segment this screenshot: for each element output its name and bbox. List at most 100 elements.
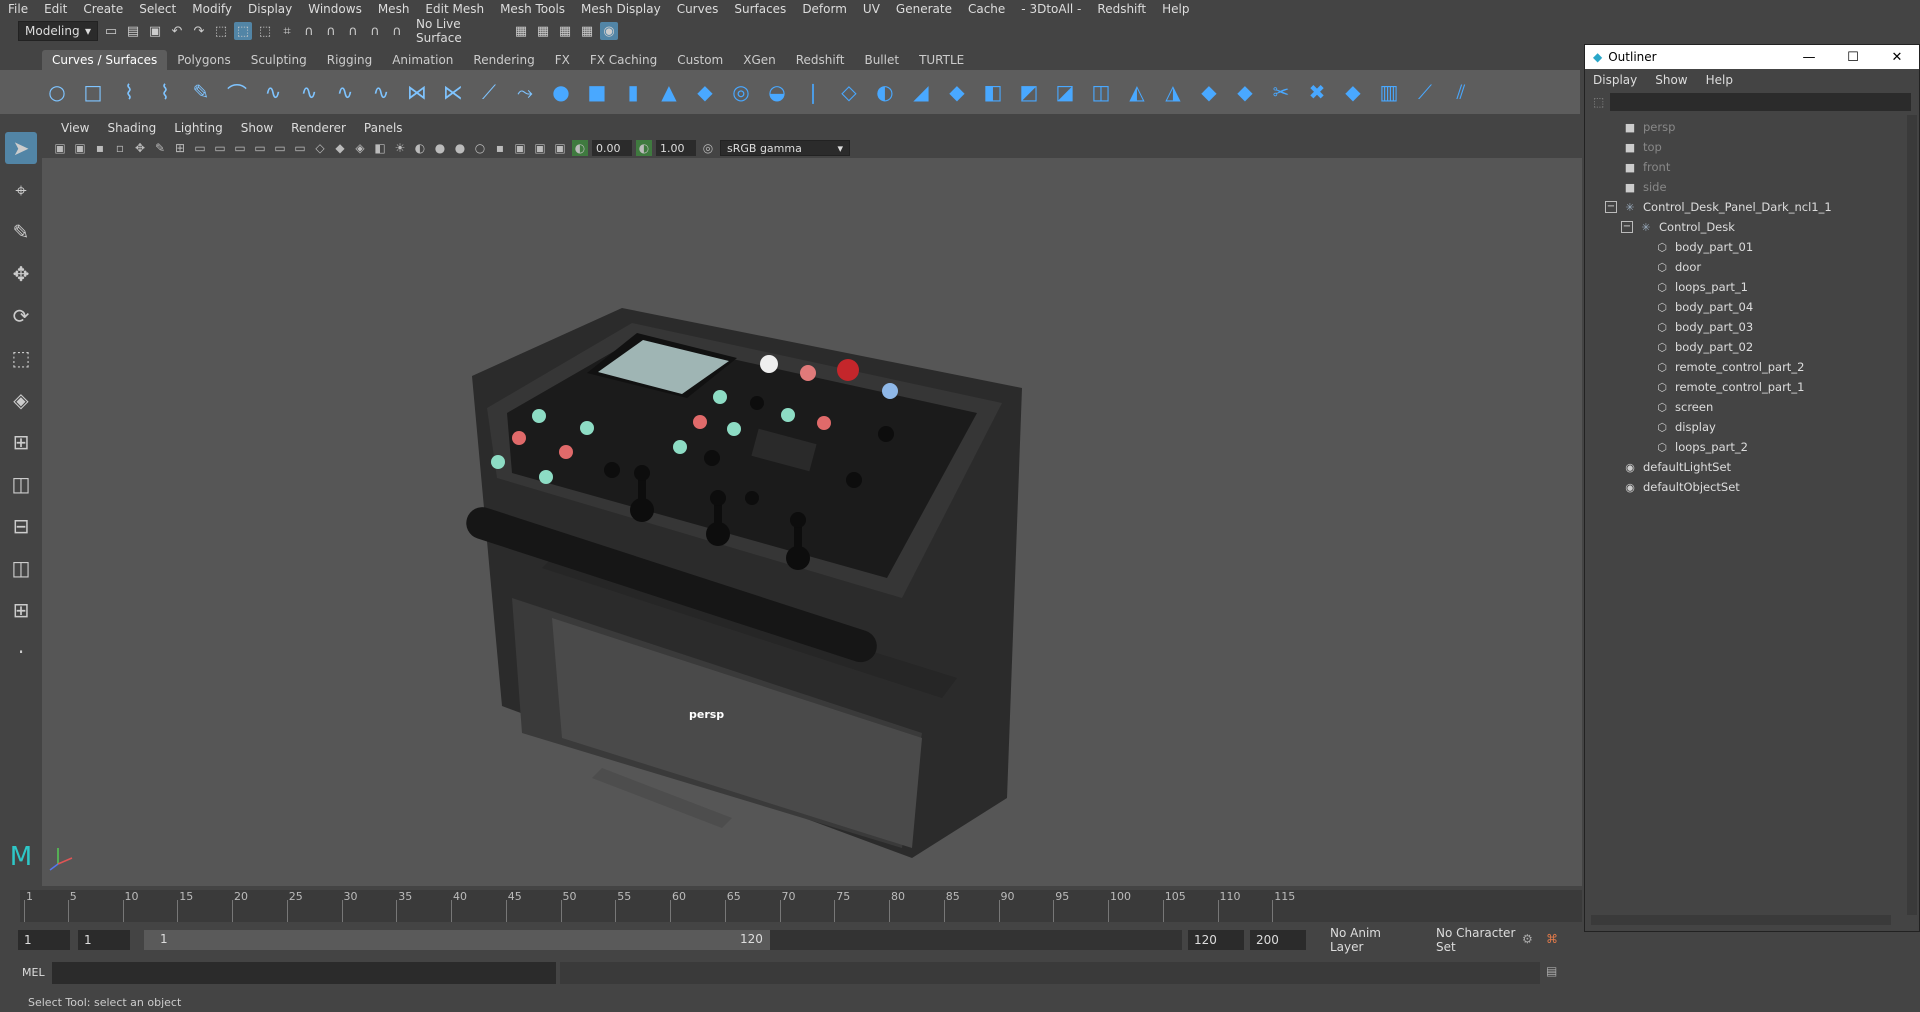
shelf-tab[interactable]: Polygons — [167, 50, 240, 70]
timeline-tick[interactable] — [998, 900, 1000, 922]
select-object-icon[interactable]: ⬚ — [234, 22, 252, 40]
timeline-tick-label[interactable]: 55 — [617, 890, 631, 903]
maximize-icon[interactable]: ☐ — [1831, 50, 1875, 65]
snap-view-icon[interactable]: ∩ — [344, 22, 362, 40]
shelf-tab[interactable]: Bullet — [854, 50, 909, 70]
attach-curves-icon[interactable]: ⋈ — [404, 79, 430, 105]
anti-aliasing-icon[interactable]: ○ — [472, 140, 488, 156]
menu-item[interactable]: Mesh — [370, 0, 418, 18]
attach-surface-icon[interactable]: ◆ — [1196, 79, 1222, 105]
cube-icon[interactable]: ■ — [584, 79, 610, 105]
menu-item[interactable]: UV — [855, 0, 888, 18]
menu-item[interactable]: Edit Mesh — [417, 0, 492, 18]
ambient-occlusion-icon[interactable]: ● — [432, 140, 448, 156]
camera-select-icon[interactable]: ▣ — [52, 140, 68, 156]
grid-icon[interactable]: ⊞ — [172, 140, 188, 156]
menu-item[interactable]: Windows — [300, 0, 370, 18]
script-editor-icon[interactable]: ▤ — [1546, 964, 1557, 978]
bevel-icon[interactable]: ◆ — [944, 79, 970, 105]
textured-icon[interactable]: ◧ — [372, 140, 388, 156]
timeline-tick[interactable] — [396, 900, 398, 922]
timeline-tick[interactable] — [1162, 900, 1164, 922]
timeline-tick-label[interactable]: 100 — [1110, 890, 1131, 903]
timeline-tick[interactable] — [1272, 900, 1274, 922]
menu-item[interactable]: Mesh Display — [573, 0, 669, 18]
select-hierarchy-icon[interactable]: ⬚ — [212, 22, 230, 40]
lasso-tool-icon[interactable]: ⌖ — [5, 174, 37, 206]
ipr-render-icon[interactable]: ▦ — [556, 22, 574, 40]
outliner-row[interactable]: ■ persp — [1585, 117, 1919, 137]
cylinder-icon[interactable]: ▮ — [620, 79, 646, 105]
mesh-icon[interactable]: ⬡ — [1655, 420, 1669, 434]
render-frame-icon[interactable]: ▦ — [534, 22, 552, 40]
motion-blur-icon[interactable]: ● — [452, 140, 468, 156]
anim-layer-dropdown[interactable]: No Anim Layer — [1324, 926, 1418, 954]
project-curve-icon[interactable]: ◮ — [1160, 79, 1186, 105]
camera-icon[interactable]: ■ — [1623, 160, 1637, 174]
timeline-tick[interactable] — [24, 900, 25, 922]
four-view-layout-icon[interactable]: ⊞ — [5, 426, 37, 458]
minimize-icon[interactable]: — — [1787, 50, 1831, 65]
field-chart-icon[interactable]: ▭ — [252, 140, 268, 156]
rebuild-curve-icon[interactable]: ⤳ — [512, 79, 538, 105]
outliner-row[interactable]: ⬡ remote_control_part_2 — [1585, 357, 1919, 377]
undo-icon[interactable]: ↶ — [168, 22, 186, 40]
timeline-tick[interactable] — [232, 900, 234, 922]
curve-tool-2-icon[interactable]: ∿ — [332, 79, 358, 105]
mesh-icon[interactable]: ⬡ — [1655, 440, 1669, 454]
detach-curves-icon[interactable]: ⋉ — [440, 79, 466, 105]
timeline-tick[interactable] — [889, 900, 891, 922]
redo-icon[interactable]: ↷ — [190, 22, 208, 40]
wireframe-on-shaded-icon[interactable]: ◈ — [352, 140, 368, 156]
timeline-tick-label[interactable]: 5 — [70, 890, 77, 903]
panel-menu-item[interactable]: Lighting — [165, 121, 232, 135]
curve-tool-icon[interactable]: ∿ — [296, 79, 322, 105]
three-pane-layout-icon[interactable]: ◫ — [5, 552, 37, 584]
xray-icon[interactable]: ▣ — [532, 140, 548, 156]
side-by-side-layout-icon[interactable]: ◫ — [5, 468, 37, 500]
menu-item[interactable]: Redshift — [1089, 0, 1154, 18]
menu-item[interactable]: Modify — [184, 0, 240, 18]
live-surface-field[interactable]: No Live Surface — [410, 17, 508, 45]
birail-icon[interactable]: ◢ — [908, 79, 934, 105]
auto-key-icon[interactable]: ⌘ — [1546, 932, 1558, 946]
timeline-tick-label[interactable]: 75 — [836, 890, 850, 903]
mel-label[interactable]: MEL — [22, 966, 45, 979]
render-settings-icon[interactable]: ▦ — [512, 22, 530, 40]
timeline-tick-label[interactable]: 80 — [891, 890, 905, 903]
camera-icon[interactable]: ■ — [1623, 120, 1637, 134]
collapse-icon[interactable]: − — [1621, 221, 1633, 233]
outliner-item-label[interactable]: loops_part_2 — [1675, 440, 1748, 454]
open-close-icon[interactable]: ✖ — [1304, 79, 1330, 105]
collapse-icon[interactable]: − — [1605, 201, 1617, 213]
planar-icon[interactable]: ◇ — [836, 79, 862, 105]
torus-icon[interactable]: ◎ — [728, 79, 754, 105]
time-slider[interactable]: 1 5 10 15 20 25 30 35 40 45 50 55 60 65 70 75 80 85 90 95 10… — [20, 890, 1582, 922]
outliner-row[interactable]: ⬡ body_part_02 — [1585, 337, 1919, 357]
nurbs-square-icon[interactable]: □ — [80, 79, 106, 105]
snap-point-icon[interactable]: ∩ — [322, 22, 340, 40]
menu-item[interactable]: Surfaces — [726, 0, 794, 18]
start-time-field[interactable]: 1 — [18, 930, 70, 950]
timeline-tick[interactable] — [943, 900, 945, 922]
outliner-row[interactable]: ⬡ body_part_01 — [1585, 237, 1919, 257]
timeline-tick[interactable] — [834, 900, 836, 922]
outliner-row[interactable]: ◉ defaultLightSet — [1585, 457, 1919, 477]
bookmark-icon[interactable]: ▪ — [92, 140, 108, 156]
new-scene-icon[interactable]: ▭ — [102, 22, 120, 40]
shelf-tab[interactable]: Curves / Surfaces — [42, 50, 168, 70]
shelf-tab[interactable]: Animation — [382, 50, 463, 70]
timeline-tick[interactable] — [451, 900, 453, 922]
group-icon[interactable]: ✳ — [1639, 220, 1653, 234]
outliner-row[interactable]: ■ side — [1585, 177, 1919, 197]
timeline-tick-label[interactable]: 90 — [1001, 890, 1015, 903]
outliner-row[interactable]: ◉ defaultObjectSet — [1585, 477, 1919, 497]
mesh-icon[interactable]: ⬡ — [1655, 260, 1669, 274]
offset-curve-icon[interactable]: ⟋ — [476, 79, 502, 105]
menu-item[interactable]: File — [0, 0, 36, 18]
character-set-dropdown[interactable]: No Character Set — [1430, 926, 1520, 954]
untrim-icon[interactable]: ◫ — [1088, 79, 1114, 105]
shelf-tab[interactable]: FX — [545, 50, 580, 70]
outliner-item-label[interactable]: door — [1675, 260, 1701, 274]
intersect-icon[interactable]: ◭ — [1124, 79, 1150, 105]
